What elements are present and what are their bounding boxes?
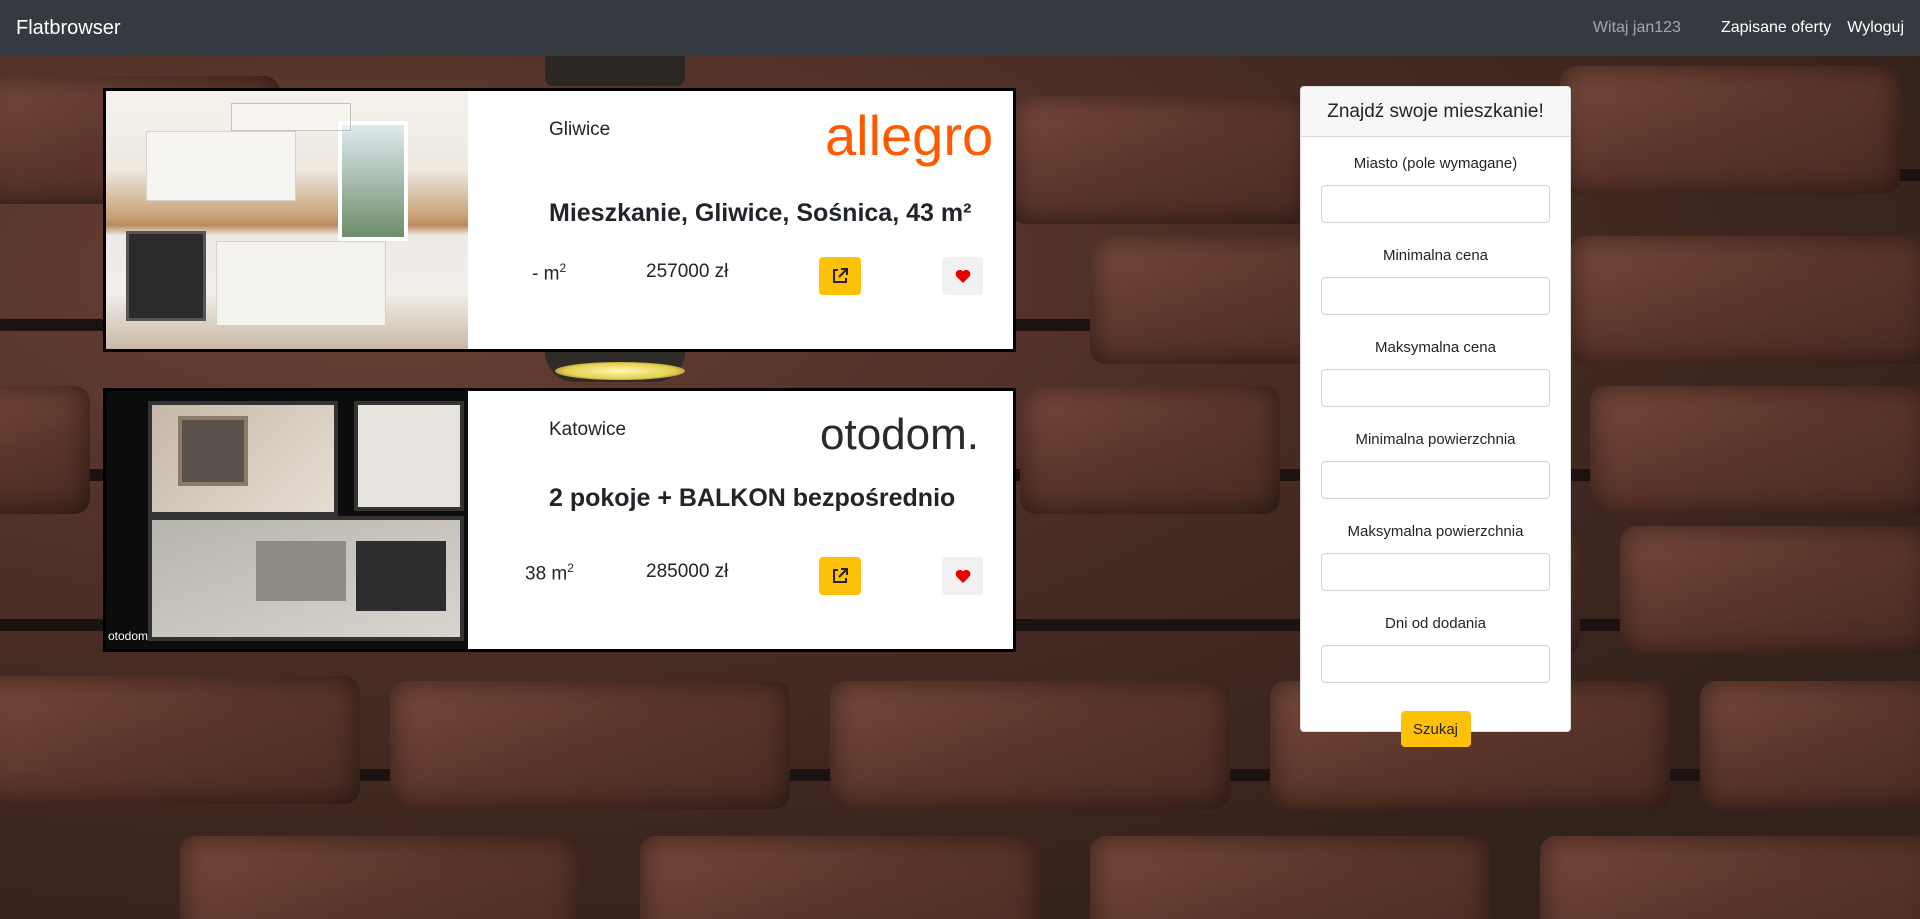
- open-offer-button[interactable]: [819, 557, 861, 595]
- min-price-field-group: Minimalna cena: [1321, 247, 1550, 333]
- search-form: Miasto (pole wymagane) Minimalna cena Ma…: [1301, 137, 1570, 747]
- min-area-input[interactable]: [1321, 461, 1550, 499]
- listing-info: Gliwice allegro Mieszkanie, Gliwice, Soś…: [468, 91, 1013, 349]
- min-price-input[interactable]: [1321, 277, 1550, 315]
- brand-link[interactable]: Flatbrowser: [16, 17, 120, 40]
- heart-icon: [955, 569, 970, 583]
- max-area-label: Maksymalna powierzchnia: [1347, 523, 1524, 540]
- city-label: Miasto (pole wymagane): [1353, 155, 1518, 172]
- external-link-icon: [833, 268, 848, 283]
- listing-photo[interactable]: otodom: [106, 391, 468, 649]
- otodom-logo: otodom.: [820, 409, 995, 469]
- search-header: Znajdź swoje mieszkanie!: [1301, 87, 1570, 137]
- top-navbar: Flatbrowser Witaj jan123 Zapisane oferty…: [0, 0, 1920, 56]
- allegro-logo-text: allegro: [825, 109, 993, 167]
- search-panel: Znajdź swoje mieszkanie! Miasto (pole wy…: [1300, 86, 1571, 747]
- max-price-input[interactable]: [1321, 369, 1550, 407]
- lamp-light-decoration: [555, 362, 685, 380]
- listing-area: - m2: [532, 261, 567, 285]
- navbar-right: Witaj jan123 Zapisane oferty Wyloguj: [1593, 19, 1904, 37]
- city-input[interactable]: [1321, 185, 1550, 223]
- search-button[interactable]: Szukaj: [1400, 711, 1471, 747]
- heart-icon: [955, 269, 970, 283]
- listing-title: 2 pokoje + BALKON bezpośrednio: [549, 484, 956, 512]
- min-area-label: Minimalna powierzchnia: [1355, 431, 1516, 448]
- listing-info: Katowice otodom. 2 pokoje + BALKON bezpo…: [468, 391, 1013, 649]
- external-link-icon: [833, 568, 848, 583]
- listing-card: Gliwice allegro Mieszkanie, Gliwice, Soś…: [103, 88, 1016, 352]
- min-area-field-group: Minimalna powierzchnia: [1321, 431, 1550, 517]
- listing-price: 257000 zł: [646, 261, 729, 282]
- open-offer-button[interactable]: [819, 257, 861, 295]
- allegro-logo: allegro: [825, 104, 995, 174]
- favorite-button[interactable]: [942, 557, 983, 595]
- photo-watermark: [231, 103, 351, 131]
- listing-card: otodom Katowice otodom. 2 pokoje + BALKO…: [103, 388, 1016, 652]
- welcome-text: Witaj jan123: [1592, 19, 1681, 36]
- max-area-field-group: Maksymalna powierzchnia: [1321, 523, 1550, 609]
- max-area-input[interactable]: [1321, 553, 1550, 591]
- otodom-logo-text: otodom.: [820, 410, 979, 459]
- max-price-label: Maksymalna cena: [1375, 339, 1496, 356]
- days-since-added-field-group: Dni od dodania: [1321, 615, 1550, 701]
- listing-city: Katowice: [549, 419, 627, 440]
- days-since-added-input[interactable]: [1321, 645, 1550, 683]
- listing-title: Mieszkanie, Gliwice, Sośnica, 43 m²: [549, 199, 972, 227]
- min-price-label: Minimalna cena: [1382, 247, 1489, 264]
- listing-city: Gliwice: [549, 119, 611, 140]
- listing-photo[interactable]: [106, 91, 468, 349]
- favorite-button[interactable]: [942, 257, 983, 295]
- days-since-added-label: Dni od dodania: [1385, 615, 1486, 632]
- lamp-decoration: [545, 56, 685, 86]
- listing-price: 285000 zł: [646, 561, 729, 582]
- max-price-field-group: Maksymalna cena: [1321, 339, 1550, 425]
- city-field-group: Miasto (pole wymagane): [1321, 155, 1550, 241]
- saved-offers-link[interactable]: Zapisane oferty: [1721, 19, 1831, 37]
- listing-area: 38 m2: [525, 561, 574, 585]
- logout-link[interactable]: Wyloguj: [1847, 19, 1904, 37]
- photo-watermark: otodom: [108, 629, 149, 643]
